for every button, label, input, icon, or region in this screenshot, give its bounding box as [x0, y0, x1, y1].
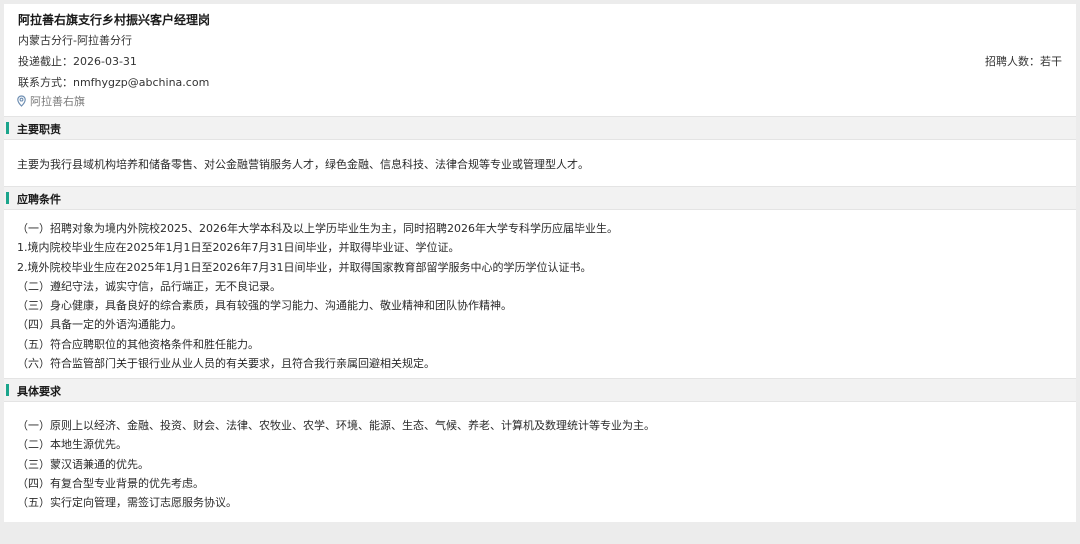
job-detail-card: 阿拉善右旗支行乡村振兴客户经理岗 内蒙古分行-阿拉善分行 投递截止：2026-0…: [4, 4, 1076, 522]
section-accent-bar: [6, 192, 9, 204]
branch-name: 内蒙古分行-阿拉善分行: [18, 34, 132, 47]
section-title: 应聘条件: [17, 193, 61, 206]
list-item: （二）本地生源优先。: [17, 438, 127, 452]
list-item: （一）招聘对象为境内外院校2025、2026年大学本科及以上学历毕业生为主，同时…: [17, 222, 618, 235]
section-accent-bar: [6, 384, 9, 396]
duties-text: 主要为我行县域机构培养和储备零售、对公金融营销服务人才，绿色金融、信息科技、法律…: [17, 158, 589, 171]
list-item: 2.境外院校毕业生应在2025年1月1日至2026年7月31日间毕业，并取得国家…: [17, 260, 592, 274]
section-header-specific: 具体要求: [4, 378, 1076, 402]
list-item: （五）实行定向管理，需签订志愿服务协议。: [17, 496, 237, 510]
specific-requirements-list: （一）原则上以经济、金融、投资、财会、法律、农牧业、农学、环境、能源、生态、气候…: [17, 416, 655, 512]
list-item: （四）具备一定的外语沟通能力。: [17, 318, 182, 332]
list-item: （三）身心健康，具备良好的综合素质，具有较强的学习能力、沟通能力、敬业精神和团队…: [17, 299, 512, 313]
location-text: 阿拉善右旗: [30, 95, 85, 108]
application-deadline: 投递截止：2026-03-31: [18, 55, 137, 68]
contact-info: 联系方式：nmfhygzp@abchina.com: [18, 76, 210, 89]
section-accent-bar: [6, 122, 9, 134]
job-location: 阿拉善右旗: [16, 93, 85, 109]
list-item: （四）有复合型专业背景的优先考虑。: [17, 476, 204, 490]
map-pin-icon: [16, 95, 27, 107]
recruit-count: 招聘人数：若干: [985, 55, 1062, 68]
section-header-requirements: 应聘条件: [4, 186, 1076, 210]
list-item: （五）符合应聘职位的其他资格条件和胜任能力。: [17, 337, 259, 351]
job-header: 阿拉善右旗支行乡村振兴客户经理岗 内蒙古分行-阿拉善分行 投递截止：2026-0…: [4, 4, 1076, 114]
list-item: （一）原则上以经济、金融、投资、财会、法律、农牧业、农学、环境、能源、生态、气候…: [17, 419, 655, 432]
list-item: （六）符合监管部门关于银行业从业人员的有关要求，且符合我行亲属回避相关规定。: [17, 357, 435, 371]
list-item: 1.境内院校毕业生应在2025年1月1日至2026年7月31日间毕业，并取得毕业…: [17, 241, 460, 255]
section-header-duties: 主要职责: [4, 116, 1076, 140]
section-title: 具体要求: [17, 385, 61, 398]
job-title: 阿拉善右旗支行乡村振兴客户经理岗: [18, 13, 211, 27]
requirements-list: （一）招聘对象为境内外院校2025、2026年大学本科及以上学历毕业生为主，同时…: [17, 219, 618, 373]
list-item: （三）蒙汉语兼通的优先。: [17, 457, 149, 471]
section-title: 主要职责: [17, 123, 61, 136]
list-item: （二）遵纪守法，诚实守信，品行端正，无不良记录。: [17, 279, 281, 293]
